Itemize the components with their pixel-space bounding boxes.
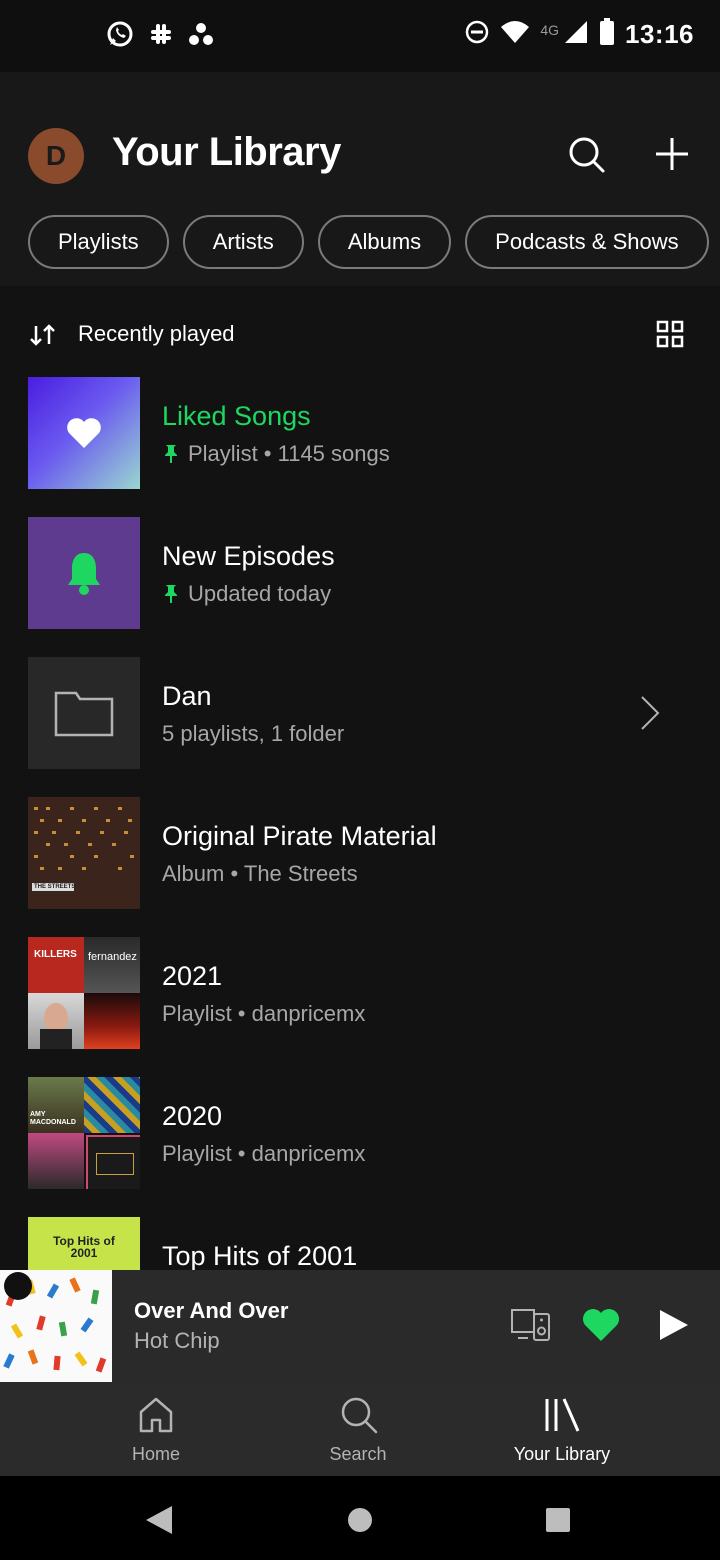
cover-text: Top Hits of 2001 [53, 1234, 115, 1260]
app-dots-icon [188, 21, 214, 52]
do-not-disturb-icon [464, 19, 490, 50]
item-title: Top Hits of 2001 [162, 1241, 358, 1270]
filter-chip-artists[interactable]: Artists [182, 215, 304, 269]
mosaic-text: KILLERS [34, 949, 77, 960]
bell-icon [68, 553, 100, 595]
filter-chips: Playlists Artists Albums Podcasts & Show… [28, 215, 709, 269]
new-episodes-art [28, 517, 140, 629]
list-item[interactable]: New Episodes Updated today [28, 517, 692, 629]
back-icon[interactable] [144, 1504, 174, 1536]
home-circle-icon[interactable] [346, 1506, 374, 1534]
playlist-mosaic-art: AMY MACDONALD [28, 1077, 140, 1189]
page-title: Your Library [112, 130, 341, 174]
list-item[interactable]: Liked Songs Playlist • 1145 songs [28, 377, 692, 489]
pin-icon [165, 445, 177, 463]
mosaic-text: AMY MACDONALD [30, 1111, 76, 1126]
system-nav-bar [0, 1476, 720, 1560]
item-subtitle: Playlist • danpricemx [162, 1001, 366, 1026]
album-cover-art: THE STREETS [28, 797, 140, 909]
grid-view-icon[interactable] [656, 320, 684, 353]
filter-chip-podcasts-shows[interactable]: Podcasts & Shows [465, 215, 709, 269]
whatsapp-icon [106, 20, 134, 53]
list-item[interactable]: THE STREETS Original Pirate Material Alb… [28, 797, 692, 909]
playlist-mosaic-art: KILLERS fernandez [28, 937, 140, 1049]
library-icon [545, 1398, 580, 1432]
mosaic-tile [28, 993, 84, 1049]
list-item[interactable]: Dan 5 playlists, 1 folder [28, 657, 692, 769]
item-title: Dan [162, 681, 212, 711]
nav-label-your-library: Your Library [513, 1444, 611, 1464]
top-hits-art: Top Hits of 2001 [28, 1217, 140, 1270]
mosaic-tile: AMY MACDONALD [28, 1077, 84, 1133]
clock: 13:16 [625, 19, 694, 49]
liked-songs-art [28, 377, 140, 489]
library-list: Liked Songs Playlist • 1145 songs New Ep… [0, 376, 720, 1270]
now-playing-art [0, 1270, 112, 1382]
chevron-right-icon[interactable] [638, 695, 664, 731]
battery-icon [599, 18, 615, 51]
filter-chip-albums[interactable]: Albums [317, 215, 452, 269]
sort-row: Recently played [28, 318, 692, 354]
network-type: 4G [540, 21, 559, 38]
folder-icon [54, 691, 114, 737]
home-icon [139, 1397, 173, 1433]
sort-label[interactable]: Recently played [78, 321, 235, 347]
nav-label-search: Search [329, 1444, 387, 1464]
mosaic-tile [84, 993, 140, 1049]
nav-your-library[interactable]: Your Library [482, 1382, 642, 1476]
nav-search[interactable]: Search [278, 1382, 438, 1476]
item-title: 2021 [162, 961, 223, 991]
item-subtitle-wrap: Playlist • 1145 songs [162, 441, 390, 467]
mosaic-tile [28, 1133, 84, 1189]
item-subtitle: 5 playlists, 1 folder [162, 721, 345, 746]
search-icon[interactable] [566, 134, 606, 174]
nav-label-home: Home [131, 1444, 180, 1464]
item-subtitle: Album • The Streets [162, 861, 358, 886]
nav-home[interactable]: Home [76, 1382, 236, 1476]
item-title: Original Pirate Material [162, 821, 437, 851]
now-playing-artist: Hot Chip [134, 1328, 220, 1353]
item-title: 2020 [162, 1101, 223, 1131]
item-subtitle: Updated today [188, 581, 332, 606]
mosaic-tile: fernandez [84, 937, 140, 993]
album-label: THE STREETS [34, 884, 76, 890]
mini-player[interactable]: Over And Over Hot Chip [0, 1270, 720, 1382]
mosaic-text: fernandez [88, 951, 137, 963]
bottom-nav: Home Search Your Library [0, 1382, 720, 1476]
recents-icon[interactable] [544, 1506, 572, 1534]
building-windows [28, 797, 140, 909]
devices-icon[interactable] [510, 1308, 552, 1342]
item-subtitle: Playlist • 1145 songs [188, 441, 390, 466]
play-icon[interactable] [656, 1308, 690, 1342]
signal-icon [563, 19, 589, 50]
item-subtitle: Playlist • danpricemx [162, 1141, 366, 1166]
sort-arrows-icon[interactable] [28, 322, 58, 353]
mosaic-tile [84, 1077, 140, 1133]
pin-icon [165, 585, 177, 603]
mosaic-tile [86, 1135, 140, 1189]
search-icon [341, 1397, 378, 1434]
item-title: New Episodes [162, 541, 335, 571]
heart-icon[interactable] [582, 1308, 620, 1342]
wifi-icon [500, 19, 530, 50]
plus-icon[interactable] [652, 134, 692, 174]
slack-icon [148, 21, 174, 52]
list-item[interactable]: KILLERS fernandez 2021 Playlist • danpri… [28, 937, 692, 1049]
avatar[interactable]: D [28, 128, 84, 184]
list-item[interactable]: AMY MACDONALD 2020 Playlist • danpricemx [28, 1077, 692, 1189]
item-title: Liked Songs [162, 401, 311, 431]
folder-art [28, 657, 140, 769]
mosaic-tile: KILLERS [28, 937, 84, 993]
heart-icon [67, 418, 101, 448]
item-subtitle-wrap: Updated today [162, 581, 331, 607]
filter-chip-playlists[interactable]: Playlists [28, 215, 169, 269]
list-item[interactable]: Top Hits of 2001 Top Hits of 2001 [28, 1217, 692, 1270]
status-bar: 4G 13:16 [0, 0, 720, 72]
now-playing-title: Over And Over [134, 1298, 289, 1323]
